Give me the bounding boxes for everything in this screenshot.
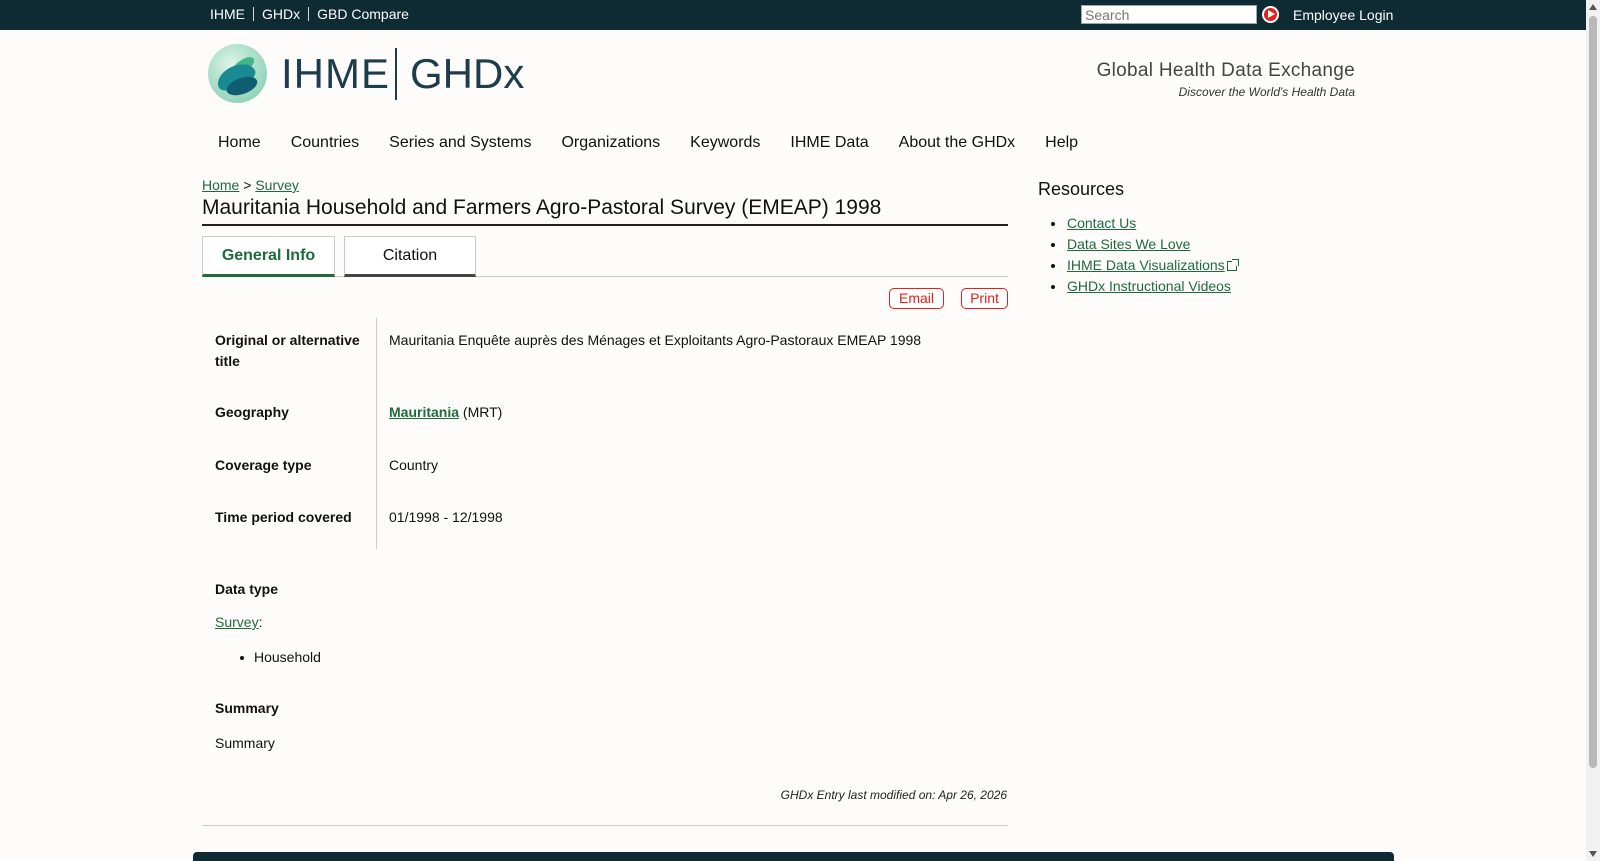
breadcrumb-separator: > [243,177,252,193]
coverage-value: Country [389,457,439,473]
geography-label: Geography [215,404,289,420]
top-links: IHME GHDx GBD Compare [203,7,417,21]
summary-label: Summary [215,700,279,716]
logo-ghdx-text[interactable]: GHDx [410,50,524,98]
resource-item: Data Sites We Love [1051,234,1237,255]
employee-login-link[interactable]: Employee Login [1293,7,1393,23]
print-button[interactable]: Print [961,288,1008,309]
time-period-label: Time period covered [215,509,352,525]
time-period-value: 01/1998 - 12/1998 [389,509,503,525]
scroll-thumb[interactable] [1589,16,1597,768]
resource-ihme-viz[interactable]: IHME Data Visualizations [1067,257,1225,273]
nav-ihme-data[interactable]: IHME Data [775,134,883,152]
main-nav: Home Countries Series and Systems Organi… [203,134,1093,152]
alt-title-value: Mauritania Enquête auprès des Ménages et… [389,332,922,348]
nav-home[interactable]: Home [203,134,276,152]
search-input[interactable]: Search [1081,5,1257,24]
breadcrumb-survey[interactable]: Survey [255,177,299,193]
tagline-main: Global Health Data Exchange [1096,60,1355,81]
resource-item: GHDx Instructional Videos [1051,276,1237,297]
top-link-ihme[interactable]: IHME [203,7,254,21]
resources-title: Resources [1038,179,1125,199]
geography-link[interactable]: Mauritania [389,404,459,420]
resource-item: Contact Us [1051,213,1237,234]
resource-data-sites[interactable]: Data Sites We Love [1067,236,1190,252]
nav-about-ghdx[interactable]: About the GHDx [884,134,1031,152]
data-type-colon: : [258,614,263,630]
nav-help[interactable]: Help [1030,134,1093,152]
tab-general-info[interactable]: General Info [202,236,335,277]
geography-value: Mauritania (MRT) [389,402,502,423]
email-button[interactable]: Email [889,288,944,309]
external-link-icon [1226,259,1239,272]
summary-text: Summary [215,735,275,751]
top-bar: IHME GHDx GBD Compare Search Employee Lo… [0,0,1586,30]
geography-code: (MRT) [462,404,503,420]
top-link-gbd-compare[interactable]: GBD Compare [309,7,417,21]
top-link-ghdx[interactable]: GHDx [254,7,310,21]
info-table-divider [376,318,377,549]
nav-keywords[interactable]: Keywords [675,134,775,152]
scroll-up-icon[interactable] [1589,4,1597,10]
bullet-icon [240,656,244,660]
page-title: Mauritania Household and Farmers Agro-Pa… [202,196,1008,226]
logo-divider [395,48,397,100]
resource-contact-us[interactable]: Contact Us [1067,215,1136,231]
nav-series-and-systems[interactable]: Series and Systems [374,134,546,152]
data-type-item: Household [254,649,321,665]
footer-bar [193,852,1394,861]
ihme-logo-icon[interactable] [208,44,267,103]
content-bottom-divider [202,825,1008,826]
breadcrumb: Home > Survey [202,177,299,193]
last-modified: GHDx Entry last modified on: Apr 26, 202… [780,788,1007,802]
tagline-sub: Discover the World's Health Data [1178,85,1355,99]
data-type-value: Survey: [215,614,262,630]
play-arrow-icon [1268,10,1275,18]
breadcrumb-home[interactable]: Home [202,177,239,193]
vertical-scrollbar[interactable] [1586,0,1600,861]
data-type-label: Data type [215,581,279,597]
resource-item: IHME Data Visualizations [1051,255,1239,276]
tab-citation[interactable]: Citation [344,236,476,277]
coverage-label: Coverage type [215,457,312,473]
logo-ihme-text[interactable]: IHME [281,50,390,98]
resource-instructional-videos[interactable]: GHDx Instructional Videos [1067,278,1231,294]
scroll-down-icon[interactable] [1589,851,1597,857]
nav-organizations[interactable]: Organizations [546,134,675,152]
nav-countries[interactable]: Countries [276,134,374,152]
alt-title-label: Original or alternative title [215,332,360,369]
data-type-survey-link[interactable]: Survey [215,614,259,630]
resources-list: Contact Us Data Sites We Love IHME Data … [1051,213,1239,297]
